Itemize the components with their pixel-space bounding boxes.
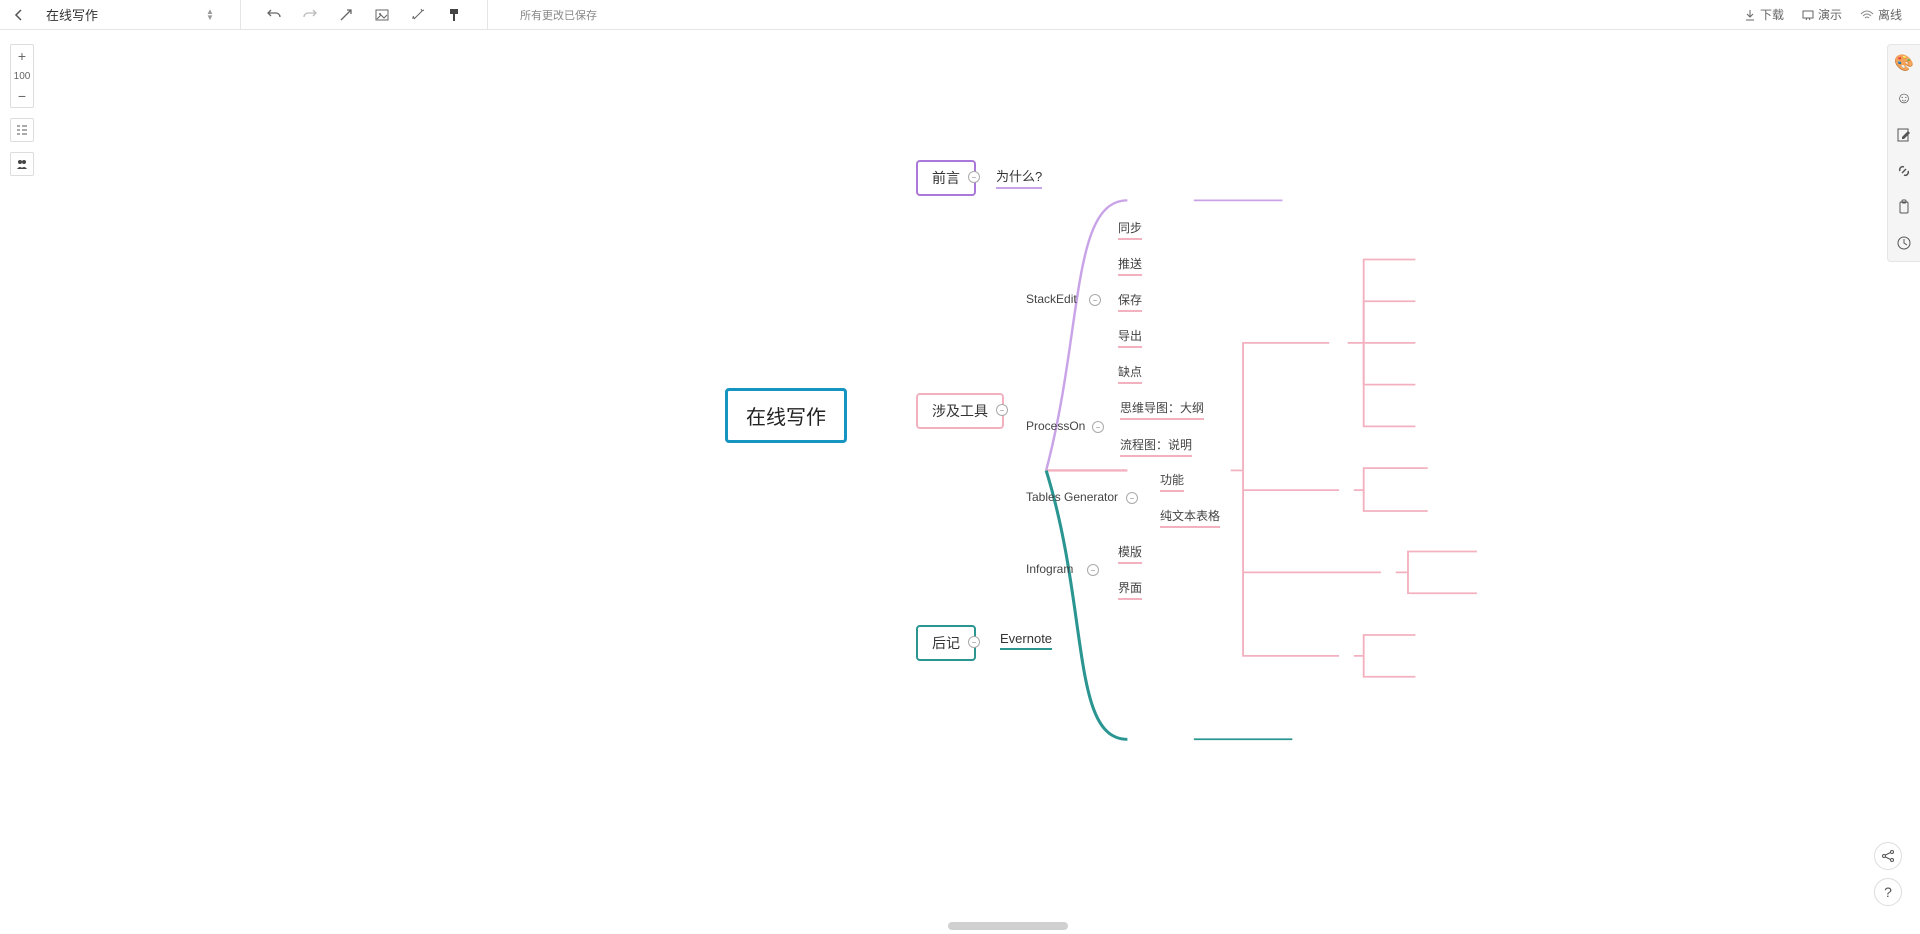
node-leaf[interactable]: 模版 bbox=[1118, 543, 1142, 564]
canvas[interactable]: + 100 − 🎨 ☺ ? bbox=[0, 30, 1920, 934]
node-tool[interactable]: ProcessOn bbox=[1026, 419, 1085, 433]
document-title[interactable]: 在线写作 bbox=[42, 5, 192, 24]
top-toolbar: 在线写作 ▲▼ 所有更改已保存 下载 演示 bbox=[0, 0, 1920, 30]
node-preface[interactable]: 前言 bbox=[916, 160, 976, 196]
format-painter-button[interactable] bbox=[443, 4, 465, 26]
node-tool[interactable]: Infogram bbox=[1026, 562, 1073, 576]
node-leaf[interactable]: 纯文本表格 bbox=[1160, 507, 1220, 528]
collapse-icon[interactable]: − bbox=[968, 171, 980, 183]
collapse-icon[interactable]: − bbox=[996, 404, 1008, 416]
title-dropdown-icon[interactable]: ▲▼ bbox=[206, 9, 218, 21]
save-status: 所有更改已保存 bbox=[520, 7, 597, 23]
node-leaf[interactable]: 为什么? bbox=[996, 166, 1042, 189]
arrow-tool-icon[interactable] bbox=[335, 4, 357, 26]
node-leaf[interactable]: 思维导图：大纲 bbox=[1120, 399, 1204, 420]
collapse-icon[interactable]: − bbox=[1089, 294, 1101, 306]
node-leaf[interactable]: Evernote bbox=[1000, 631, 1052, 650]
magic-button[interactable] bbox=[407, 4, 429, 26]
undo-button[interactable] bbox=[263, 4, 285, 26]
node-tool[interactable]: Tables Generator bbox=[1026, 490, 1118, 504]
collapse-icon[interactable]: − bbox=[1126, 492, 1138, 504]
node-afterword[interactable]: 后记 bbox=[916, 625, 976, 661]
node-leaf[interactable]: 保存 bbox=[1118, 291, 1142, 312]
horizontal-scrollbar[interactable] bbox=[948, 922, 1068, 930]
back-button[interactable] bbox=[10, 6, 28, 24]
node-leaf[interactable]: 导出 bbox=[1118, 327, 1142, 348]
node-leaf[interactable]: 界面 bbox=[1118, 579, 1142, 600]
offline-button[interactable]: 离线 bbox=[1860, 6, 1902, 23]
node-tools[interactable]: 涉及工具 bbox=[916, 393, 1004, 429]
node-leaf[interactable]: 缺点 bbox=[1118, 363, 1142, 384]
node-leaf[interactable]: 流程图：说明 bbox=[1120, 436, 1192, 457]
present-button[interactable]: 演示 bbox=[1802, 6, 1842, 23]
node-tool[interactable]: StackEdit bbox=[1026, 292, 1077, 306]
download-button[interactable]: 下载 bbox=[1744, 6, 1784, 23]
collapse-icon[interactable]: − bbox=[1087, 564, 1099, 576]
node-leaf[interactable]: 推送 bbox=[1118, 255, 1142, 276]
collapse-icon[interactable]: − bbox=[968, 636, 980, 648]
mindmap: 在线写作 前言 − 为什么? 涉及工具 − StackEdit − 同步 推送 … bbox=[0, 30, 1920, 934]
image-button[interactable] bbox=[371, 4, 393, 26]
node-leaf[interactable]: 功能 bbox=[1160, 471, 1184, 492]
node-leaf[interactable]: 同步 bbox=[1118, 219, 1142, 240]
collapse-icon[interactable]: − bbox=[1092, 421, 1104, 433]
node-root[interactable]: 在线写作 bbox=[725, 388, 847, 443]
redo-button[interactable] bbox=[299, 4, 321, 26]
